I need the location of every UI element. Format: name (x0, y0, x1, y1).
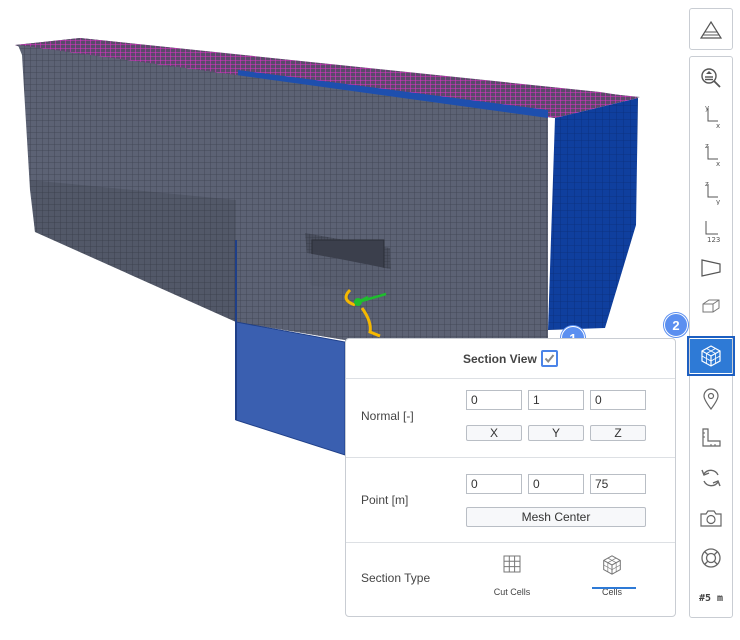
zoom-fit-icon[interactable] (690, 61, 732, 95)
normal-label: Normal [-] (361, 409, 414, 423)
callout-badge-2: 2 (664, 313, 688, 337)
gizmo-center[interactable] (354, 298, 362, 306)
location-pin-icon[interactable] (690, 382, 732, 416)
mesh-right-blue-face (548, 98, 638, 330)
section-type-row: Section Type Cut Cells Cells (346, 543, 675, 616)
wireframe-box-icon[interactable] (690, 289, 732, 323)
normal-y-input[interactable] (528, 390, 584, 410)
normal-y-button[interactable]: Y (528, 425, 584, 441)
point-row: Point [m] Mesh Center (346, 458, 675, 543)
view-xy-icon[interactable]: yx (690, 99, 732, 133)
view-yz-icon[interactable]: zy (690, 175, 732, 209)
view-123-icon[interactable]: 123 (690, 213, 732, 247)
svg-text:y: y (705, 104, 709, 112)
point-label: Point [m] (361, 493, 409, 507)
normal-z-button[interactable]: Z (590, 425, 646, 441)
perspective-plane-icon[interactable] (690, 251, 732, 285)
normal-x-input[interactable] (466, 390, 522, 410)
section-type-label: Section Type (361, 571, 431, 585)
point-x-input[interactable] (466, 474, 522, 494)
grid-icon (503, 555, 521, 573)
cut-cells-label: Cut Cells (493, 587, 531, 597)
normal-z-input[interactable] (590, 390, 646, 410)
normal-row: Normal [-] X Y Z (346, 379, 675, 458)
section-view-header: Section View (346, 339, 675, 379)
view-xz-icon[interactable]: zx (690, 137, 732, 171)
scale-indicator: #5 m (698, 592, 724, 604)
cells-option[interactable]: Cells (572, 553, 652, 597)
rotate-icon[interactable] (690, 461, 732, 495)
section-view-icon[interactable] (687, 336, 735, 376)
cut-cells-option[interactable]: Cut Cells (472, 553, 552, 597)
point-z-input[interactable] (590, 474, 646, 494)
view-toolbar: yx zx zy 123 #5 m (687, 56, 735, 618)
ruler-icon[interactable] (690, 421, 732, 455)
perspective-icon[interactable] (690, 13, 732, 47)
svg-text:x: x (716, 160, 720, 167)
svg-text:y: y (716, 198, 720, 205)
mesh-lower-face (30, 180, 236, 322)
section-view-title: Section View (463, 352, 537, 366)
cube-mesh-icon (603, 555, 621, 575)
normal-x-button[interactable]: X (466, 425, 522, 441)
svg-text:123: 123 (707, 236, 720, 243)
svg-text:x: x (716, 122, 720, 129)
camera-icon[interactable] (690, 501, 732, 535)
cells-selected-indicator (592, 587, 636, 589)
section-view-panel: Section View Normal [-] X Y Z Point [m] … (345, 338, 676, 617)
point-y-input[interactable] (528, 474, 584, 494)
mesh-center-button[interactable]: Mesh Center (466, 507, 646, 527)
perspective-toolbar (689, 8, 733, 50)
section-view-checkbox[interactable] (541, 350, 558, 367)
lifebuoy-icon[interactable] (690, 541, 732, 575)
